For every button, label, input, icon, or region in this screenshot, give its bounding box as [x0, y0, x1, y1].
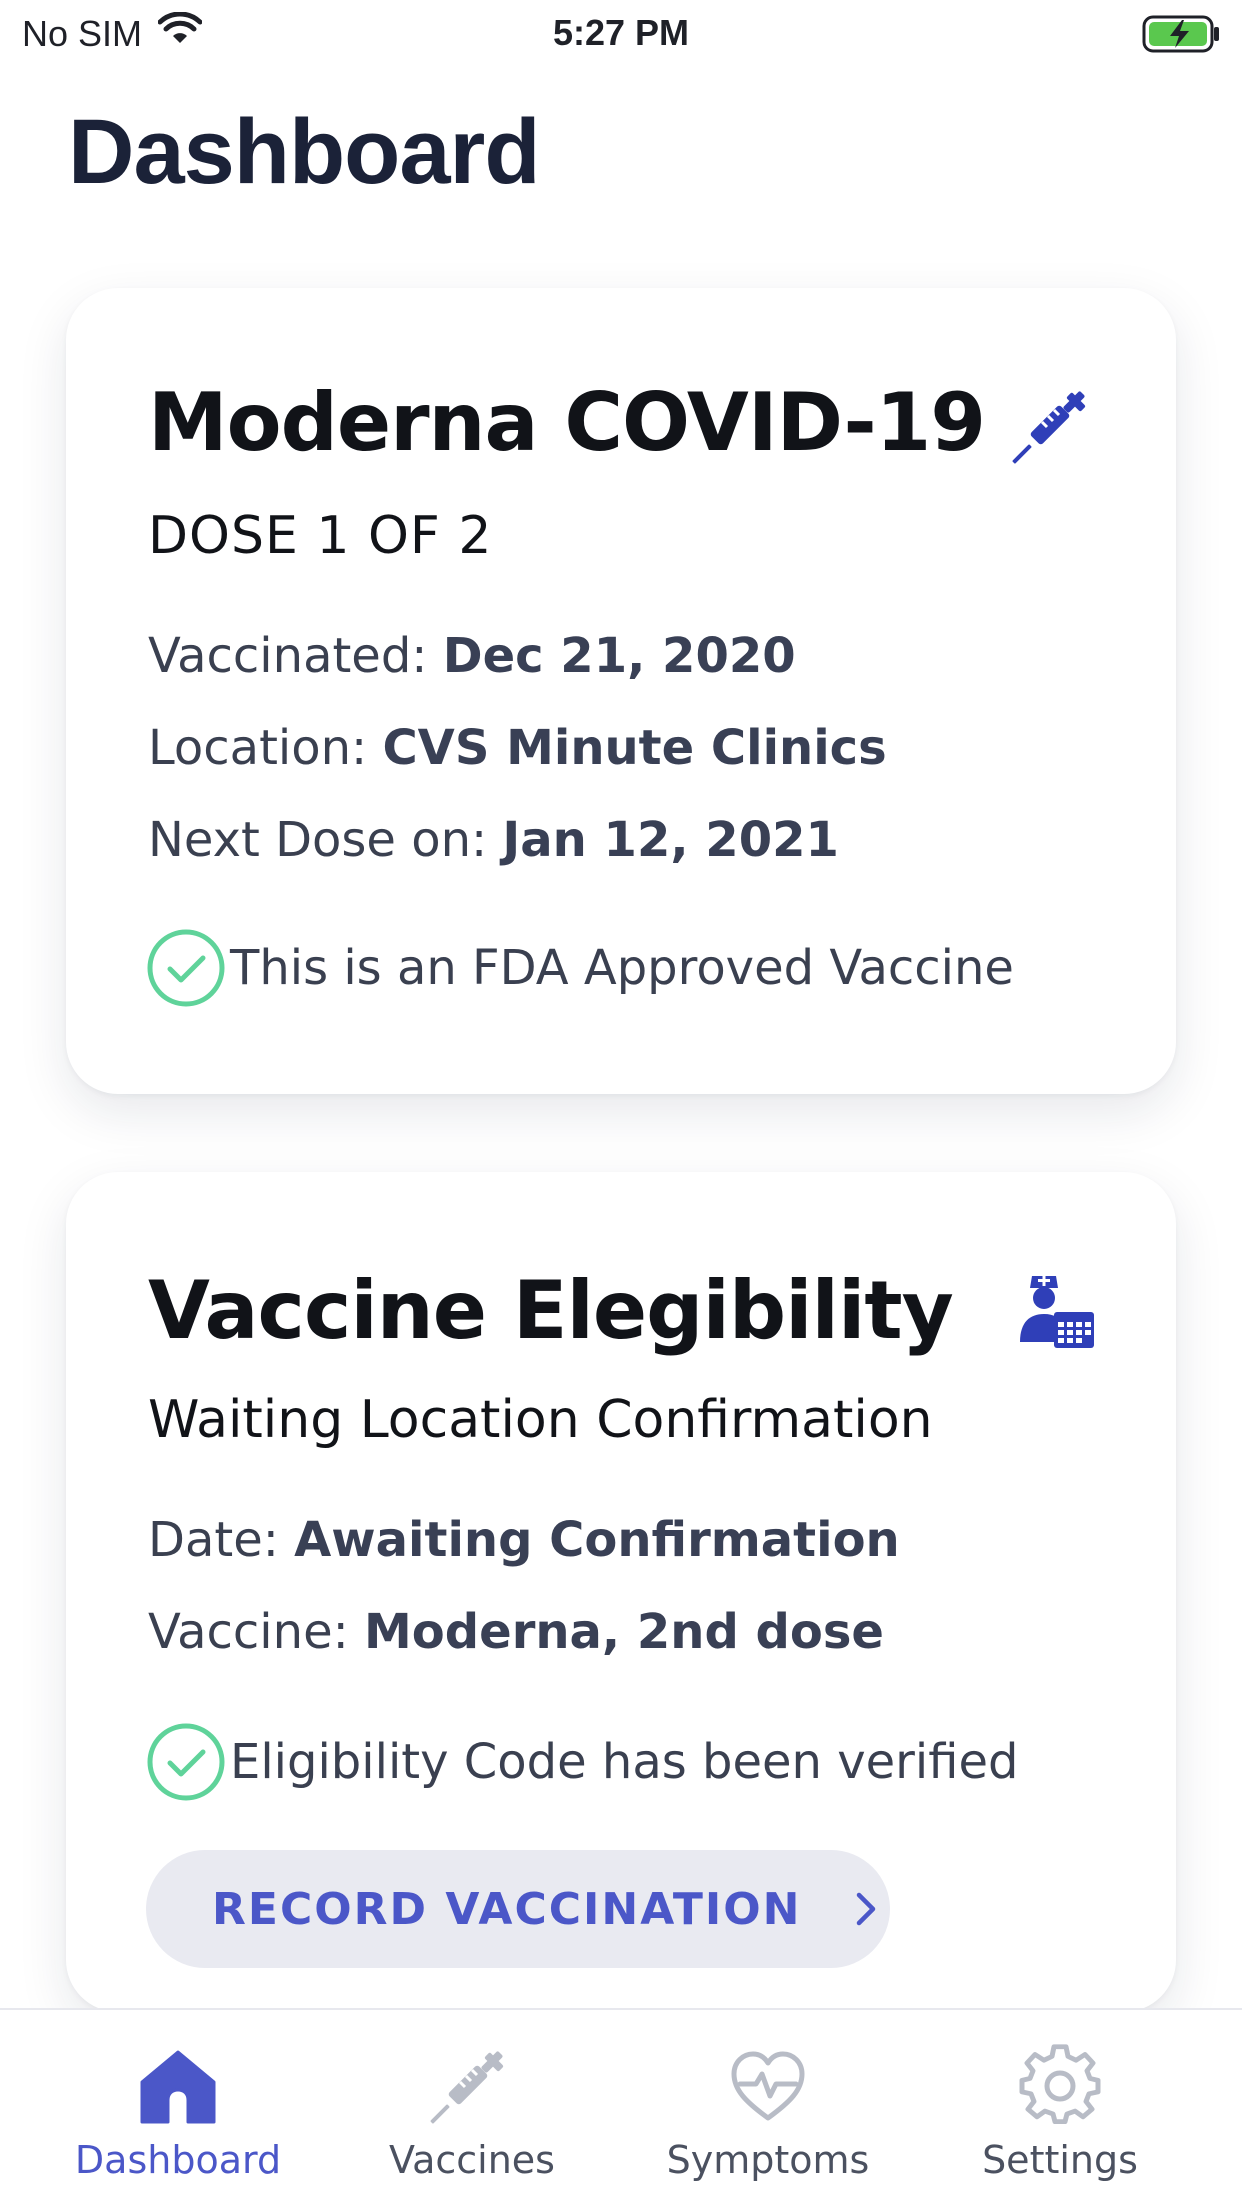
vaccine-line: Vaccine: Moderna, 2nd dose: [148, 1604, 884, 1660]
vaccine-value: Moderna, 2nd dose: [364, 1604, 884, 1660]
date-label: Date:: [148, 1512, 295, 1568]
record-vaccination-label: RECORD VACCINATION: [212, 1883, 802, 1935]
tab-vaccines[interactable]: Vaccines: [342, 2010, 602, 2210]
check-circle-icon: [147, 1723, 225, 1801]
vaccine-label: Vaccine:: [148, 1604, 365, 1660]
nurse-calendar-icon: [1012, 1270, 1096, 1354]
tab-dashboard-label: Dashboard: [74, 2138, 282, 2182]
record-vaccination-button[interactable]: RECORD VACCINATION: [146, 1850, 890, 1968]
gear-icon: [1019, 2044, 1101, 2125]
tab-dashboard[interactable]: Dashboard: [48, 2010, 308, 2210]
date-value: Awaiting Confirmation: [294, 1512, 900, 1568]
page-title: Dashboard: [68, 101, 541, 203]
vaccine-dose-card[interactable]: Moderna COVID-19 DOSE 1 OF 2 Vaccinated:…: [66, 288, 1176, 1094]
tab-bar: Dashboard Vaccines Symptoms Settings: [0, 2008, 1242, 2210]
tab-vaccines-label: Vaccines: [389, 2138, 555, 2182]
next-dose-line: Next Dose on: Jan 12, 2021: [148, 812, 839, 868]
eligibility-card[interactable]: Vaccine Elegibility Waiting Location Con…: [66, 1172, 1176, 2012]
location-value: CVS Minute Clinics: [382, 720, 887, 776]
tab-settings-label: Settings: [982, 2138, 1138, 2182]
status-bar: No SIM 5:27 PM: [0, 0, 1242, 68]
location-label: Location:: [148, 720, 383, 776]
next-dose-value: Jan 12, 2021: [502, 812, 839, 868]
vaccine-card-title: Moderna COVID-19: [148, 376, 986, 469]
vaccinated-value: Dec 21, 2020: [442, 628, 796, 684]
date-line: Date: Awaiting Confirmation: [148, 1512, 900, 1568]
fda-approved-text: This is an FDA Approved Vaccine: [230, 940, 1014, 996]
home-icon: [140, 2050, 216, 2124]
vaccinated-label: Vaccinated:: [148, 628, 443, 684]
syringe-icon: [430, 2051, 504, 2124]
eligibility-card-title: Vaccine Elegibility: [148, 1264, 954, 1357]
chevron-right-icon: [856, 1892, 875, 1926]
fda-approved-row: This is an FDA Approved Vaccine: [146, 928, 1014, 1008]
battery-icon: [1142, 14, 1222, 58]
location-line: Location: CVS Minute Clinics: [148, 720, 887, 776]
tab-symptoms-label: Symptoms: [666, 2138, 870, 2182]
eligibility-subtitle: Waiting Location Confirmation: [148, 1390, 933, 1450]
dose-subtitle: DOSE 1 OF 2: [148, 506, 493, 566]
tab-settings[interactable]: Settings: [930, 2010, 1190, 2210]
code-verified-text: Eligibility Code has been verified: [230, 1734, 1019, 1790]
check-circle-icon: [147, 929, 225, 1007]
next-dose-label: Next Dose on:: [148, 812, 503, 868]
code-verified-row: Eligibility Code has been verified: [146, 1722, 1018, 1802]
vaccinated-line: Vaccinated: Dec 21, 2020: [148, 628, 796, 684]
clock: 5:27 PM: [552, 12, 690, 53]
tab-symptoms[interactable]: Symptoms: [638, 2010, 898, 2210]
syringe-icon: [1012, 384, 1096, 468]
heart-pulse-icon: [731, 2051, 805, 2121]
